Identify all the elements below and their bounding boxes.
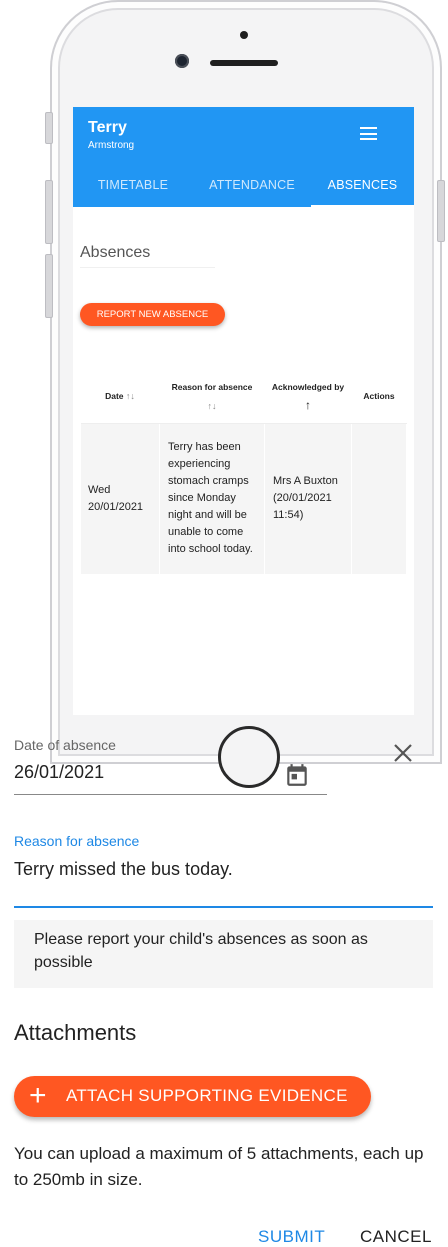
plus-icon: + xyxy=(29,1079,47,1112)
phone-side-button xyxy=(45,180,53,244)
actions-header: Actions xyxy=(351,369,407,424)
attach-supporting-evidence-button[interactable]: + ATTACH SUPPORTING EVIDENCE xyxy=(14,1076,371,1117)
row-reason: Terry has been experiencing stomach cram… xyxy=(159,423,265,574)
table-row: Wed 20/01/2021 Terry has been experienci… xyxy=(81,423,407,574)
hamburger-menu-icon[interactable] xyxy=(360,127,377,140)
phone-side-button xyxy=(437,180,445,242)
tab-bar: TIMETABLE ATTENDANCE ABSENCES xyxy=(73,173,414,207)
row-acknowledged: Mrs A Buxton (20/01/2021 11:54) xyxy=(264,423,352,574)
phone-sensor xyxy=(240,31,248,39)
attach-button-label: ATTACH SUPPORTING EVIDENCE xyxy=(66,1086,348,1105)
absences-table: Date ↑↓ Reason for absence ↑↓ Acknowledg… xyxy=(81,369,407,574)
reason-for-absence-label: Reason for absence xyxy=(14,833,140,849)
phone-speaker xyxy=(210,60,278,66)
sort-icon[interactable]: ↑↓ xyxy=(126,391,135,401)
close-icon[interactable] xyxy=(392,742,414,764)
section-divider xyxy=(80,267,215,268)
tab-timetable[interactable]: TIMETABLE xyxy=(73,173,193,207)
attachments-heading: Attachments xyxy=(14,1020,137,1045)
cancel-button[interactable]: CANCEL xyxy=(360,1227,432,1247)
sort-ascending-icon[interactable]: ↑ xyxy=(305,398,311,412)
student-last-name: Armstrong xyxy=(88,140,135,151)
row-actions xyxy=(351,423,407,574)
report-notice: Please report your child's absences as s… xyxy=(14,920,433,988)
date-of-absence-input[interactable]: 26/01/2021 xyxy=(14,762,104,783)
student-first-name: Terry xyxy=(88,119,127,136)
date-field-underline xyxy=(14,794,327,795)
sort-icon[interactable]: ↑↓ xyxy=(208,401,217,411)
acknowledged-header[interactable]: Acknowledged by ↑ xyxy=(264,369,352,424)
phone-camera xyxy=(175,54,189,68)
phone-screen: Terry Armstrong TIMETABLE ATTENDANCE ABS… xyxy=(73,107,414,715)
acknowledged-header-label: Acknowledged by xyxy=(271,381,345,392)
phone-side-button xyxy=(45,112,53,144)
reason-header[interactable]: Reason for absence ↑↓ xyxy=(159,369,265,424)
phone-side-button xyxy=(45,254,53,318)
date-of-absence-label: Date of absence xyxy=(14,737,116,753)
date-header-label: Date xyxy=(105,391,124,401)
submit-button[interactable]: SUBMIT xyxy=(258,1227,325,1247)
reason-field-underline xyxy=(14,906,433,908)
report-new-absence-button[interactable]: REPORT NEW ABSENCE xyxy=(80,303,225,326)
date-header[interactable]: Date ↑↓ xyxy=(81,369,160,424)
reason-for-absence-input[interactable]: Terry missed the bus today. xyxy=(14,859,233,880)
app-bar: Terry Armstrong TIMETABLE ATTENDANCE ABS… xyxy=(73,107,414,207)
reason-header-label: Reason for absence xyxy=(171,381,253,392)
phone-home-button xyxy=(218,726,280,788)
calendar-icon[interactable] xyxy=(284,762,310,788)
tab-absences[interactable]: ABSENCES xyxy=(311,173,414,207)
upload-limit-note: You can upload a maximum of 5 attachment… xyxy=(14,1144,424,1189)
section-title: Absences xyxy=(80,244,151,261)
row-date: Wed 20/01/2021 xyxy=(81,423,160,574)
tab-attendance[interactable]: ATTENDANCE xyxy=(193,173,311,207)
